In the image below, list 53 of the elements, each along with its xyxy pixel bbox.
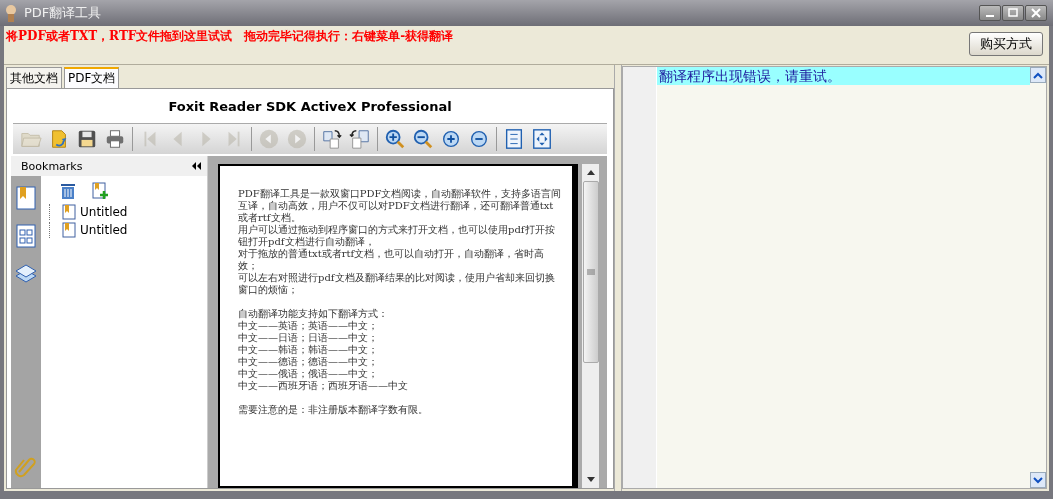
chevron-up-icon: [1033, 71, 1043, 79]
minimize-icon: [986, 15, 994, 17]
scrollbar-thumb[interactable]: [582, 181, 599, 363]
window-title: PDF翻译工具: [24, 4, 103, 22]
save-icon: [76, 128, 98, 150]
viewer-title: Foxit Reader SDK ActiveX Professional: [167, 98, 453, 116]
add-bookmark-icon[interactable]: [91, 182, 109, 200]
bookmark-panel-icon[interactable]: [14, 186, 38, 210]
collapse-icon[interactable]: [192, 162, 201, 170]
bookmark-icon: [62, 204, 76, 220]
tab[interactable]: PDF文档: [64, 67, 120, 88]
page-text: 中文——德语；德语——中文；: [238, 356, 379, 368]
rotate-left-icon: [349, 128, 371, 150]
bookmark-item[interactable]: Untitled: [49, 222, 207, 238]
plus-icon: [440, 128, 462, 150]
maximize-button[interactable]: [1002, 5, 1024, 21]
page-text: 用户可以通过拖动到程序窗口的方式来打开文档，也可以使用pdf打开按钮打开pdf文档进行自动翻译，: [238, 224, 556, 248]
maximize-icon: [1008, 8, 1018, 18]
buy-button[interactable]: 购买方式: [969, 32, 1043, 56]
scroll-up-button[interactable]: [1030, 67, 1046, 83]
zoom-in-icon: [384, 128, 406, 150]
fit-page-icon: [531, 128, 553, 150]
close-button[interactable]: [1025, 5, 1047, 21]
page-text: 中文——俄语；俄语——中文；: [238, 368, 379, 380]
page-text: 中文——日语；日语——中文；: [238, 332, 379, 344]
close-icon: [1031, 8, 1041, 18]
page-text: 可以左右对照进行pdf文档及翻译结果的比对阅读，使用户省却来回切换窗口的烦恼；: [238, 272, 556, 296]
bookmark-item[interactable]: Untitled: [49, 204, 207, 220]
translation-area[interactable]: 翻译程序出现错误，请重试。: [657, 67, 1030, 488]
thumbnails-icon[interactable]: [14, 224, 38, 248]
minus-icon: [468, 128, 490, 150]
page-text: 自动翻译功能支持如下翻译方式：: [238, 308, 389, 320]
rotate-right-icon: [321, 128, 343, 150]
notice-text: 将PDF或者TXT，RTF文件拖到这里试试 拖动完毕记得执行：右键菜单-获得翻译: [4, 28, 455, 45]
minimize-button[interactable]: [979, 5, 1001, 21]
page-text: 中文——英语；英语——中文；: [238, 320, 379, 332]
page-text: 中文——西班牙语；西班牙语——中文: [238, 380, 409, 392]
tab[interactable]: 其他文档: [6, 67, 62, 88]
trash-icon[interactable]: [59, 182, 77, 200]
scroll-down-button[interactable]: [1030, 472, 1046, 488]
page-text: 对于拖放的普通txt或者rtf文档，也可以自动打开，自动翻译，省时高效；: [238, 248, 546, 272]
zoom-out-icon: [412, 128, 434, 150]
back-icon: [258, 128, 280, 150]
bookmark-icon: [62, 222, 76, 238]
page-text: 需要注意的是：非注册版本翻译字数有限。: [238, 404, 429, 416]
chevron-down-icon: [1033, 476, 1043, 484]
actual-size-icon: [503, 128, 525, 150]
app-icon: [4, 4, 18, 22]
bookmarks-header: Bookmarks: [21, 159, 83, 173]
page-text: 中文——韩语；韩语——中文；: [238, 344, 379, 356]
page-text: PDF翻译工具是一款双窗口PDF文档阅读，自动翻译软件，支持多语言间互译，自动高效，用户不仅可以对PDF文档进行翻译，还可翻译普通txt或者rtf文档。: [238, 188, 562, 224]
forward-icon: [286, 128, 308, 150]
printer-icon: [104, 128, 126, 150]
